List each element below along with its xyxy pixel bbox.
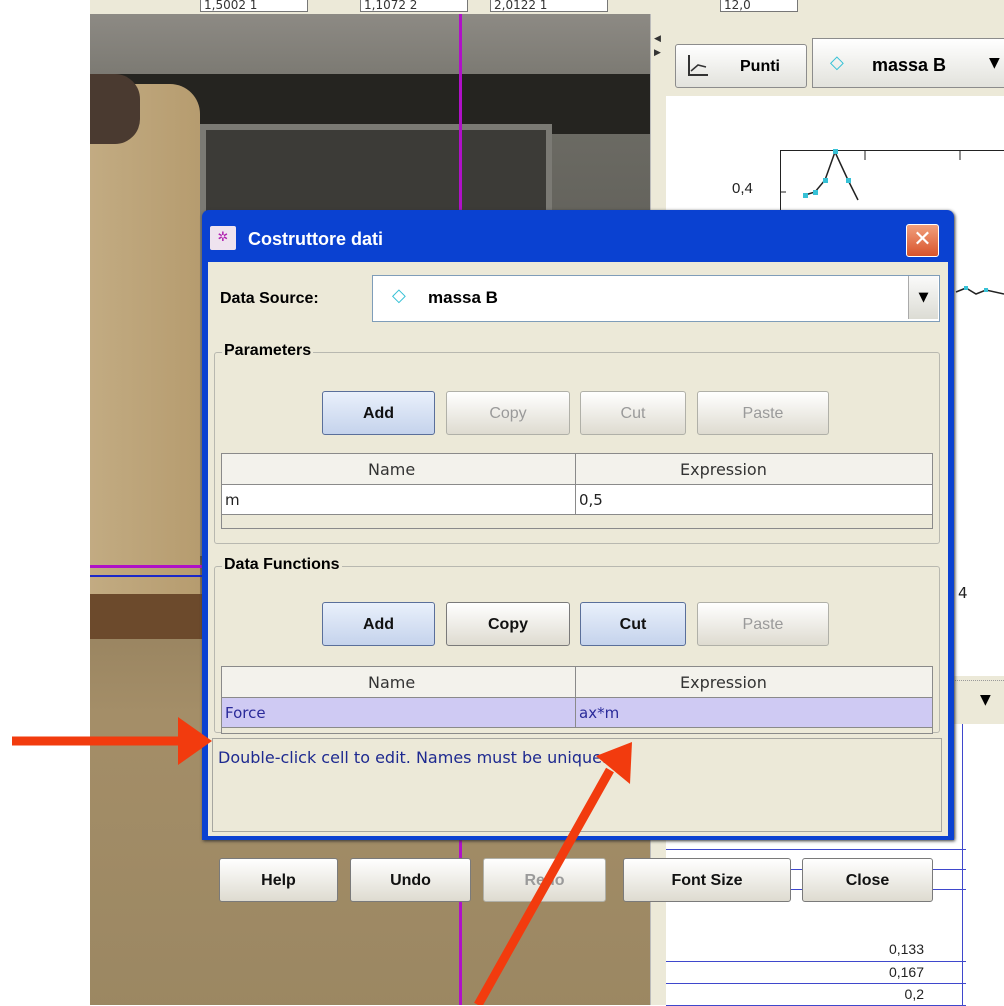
annotation-arrow-left: [12, 717, 212, 765]
annotation-arrow-up: [474, 742, 632, 1005]
annotation-arrows: [12, 717, 632, 1005]
